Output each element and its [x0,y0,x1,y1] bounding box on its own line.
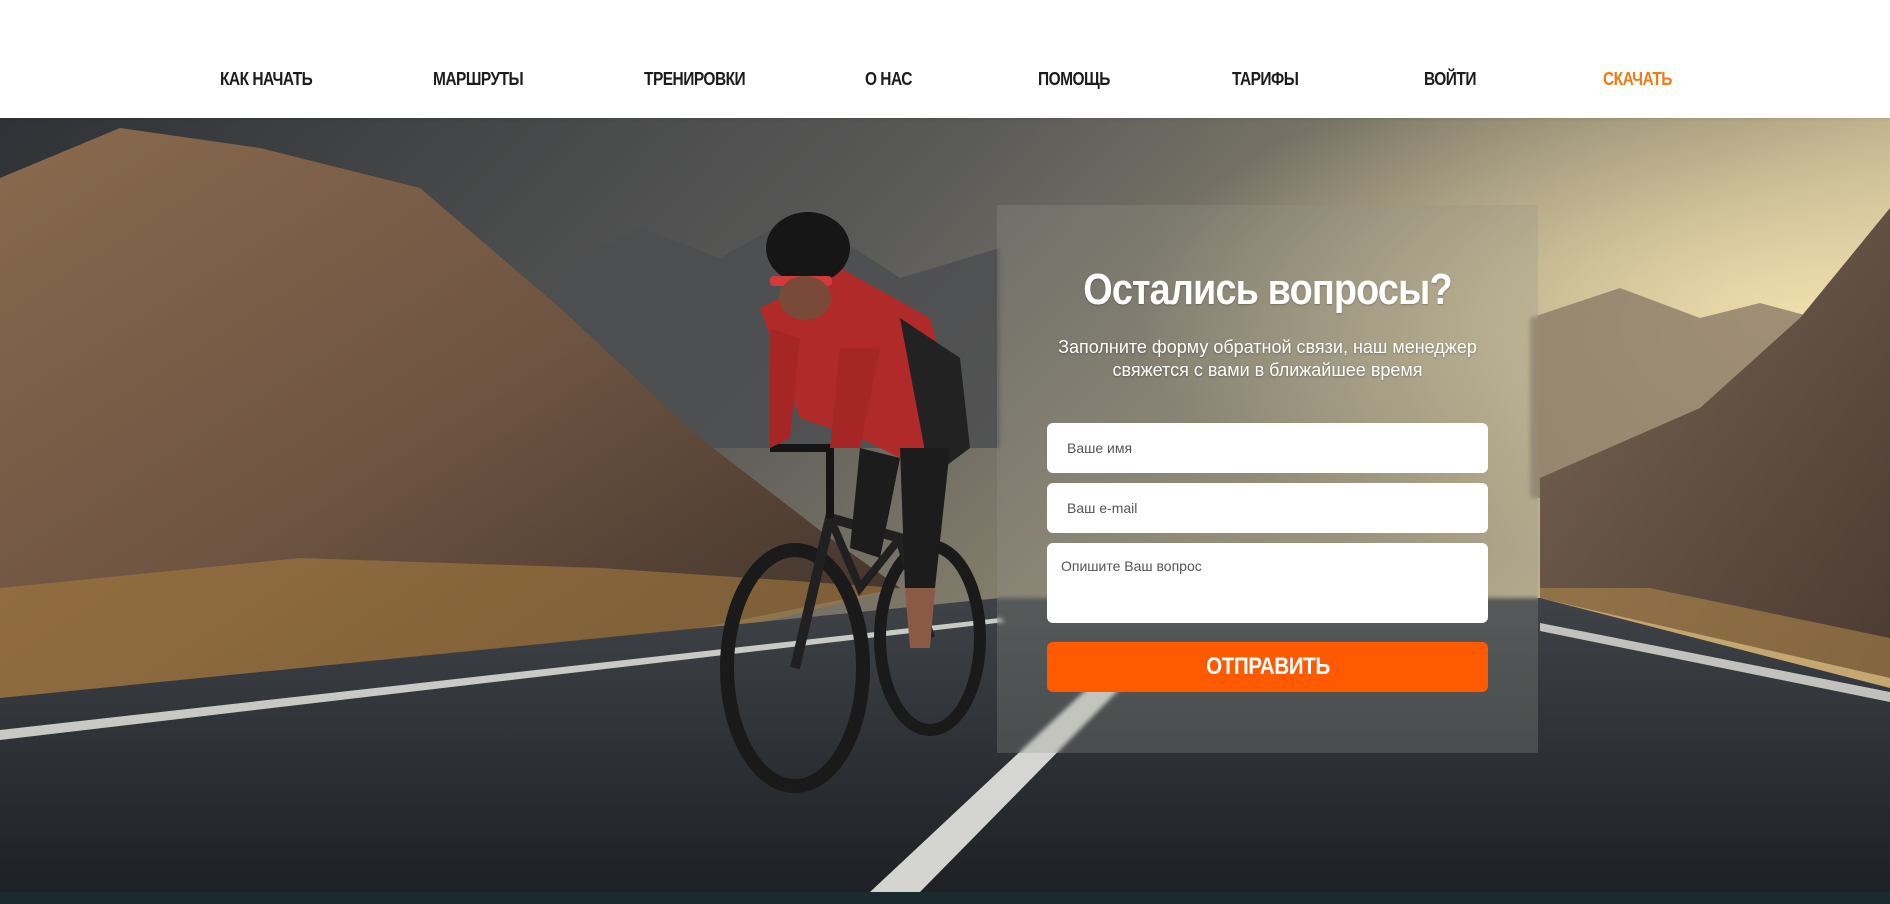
nav-item-download[interactable]: СКАЧАТЬ [1603,66,1672,92]
cyclist-landscape-illustration [0,118,1890,892]
nav-item-routes[interactable]: МАРШРУТЫ [433,66,524,92]
hero-background-image [0,118,1890,892]
footer-strip [0,892,1890,904]
page: КАК НАЧАТЬ МАРШРУТЫ ТРЕНИРОВКИ О НАС ПОМ… [0,0,1890,904]
nav-item-login[interactable]: ВОЙТИ [1424,66,1476,92]
question-textarea[interactable] [1047,543,1488,623]
nav-item-help[interactable]: ПОМОЩЬ [1038,66,1110,92]
submit-button[interactable]: ОТПРАВИТЬ [1047,642,1488,692]
nav-item-pricing[interactable]: ТАРИФЫ [1232,66,1299,92]
nav-item-about[interactable]: О НАС [865,66,912,92]
nav-item-how-to-start[interactable]: КАК НАЧАТЬ [220,66,313,92]
feedback-subtitle: Заполните форму обратной связи, наш мене… [1058,337,1477,380]
submit-button-label: ОТПРАВИТЬ [1205,653,1330,680]
name-input[interactable] [1047,423,1488,473]
feedback-form-panel: Остались вопросы? Заполните форму обратн… [997,205,1538,753]
email-input[interactable] [1047,483,1488,533]
feedback-title: Остались вопросы? [1083,265,1452,314]
nav-item-trainings[interactable]: ТРЕНИРОВКИ [644,66,746,92]
top-navigation: КАК НАЧАТЬ МАРШРУТЫ ТРЕНИРОВКИ О НАС ПОМ… [0,0,1890,118]
